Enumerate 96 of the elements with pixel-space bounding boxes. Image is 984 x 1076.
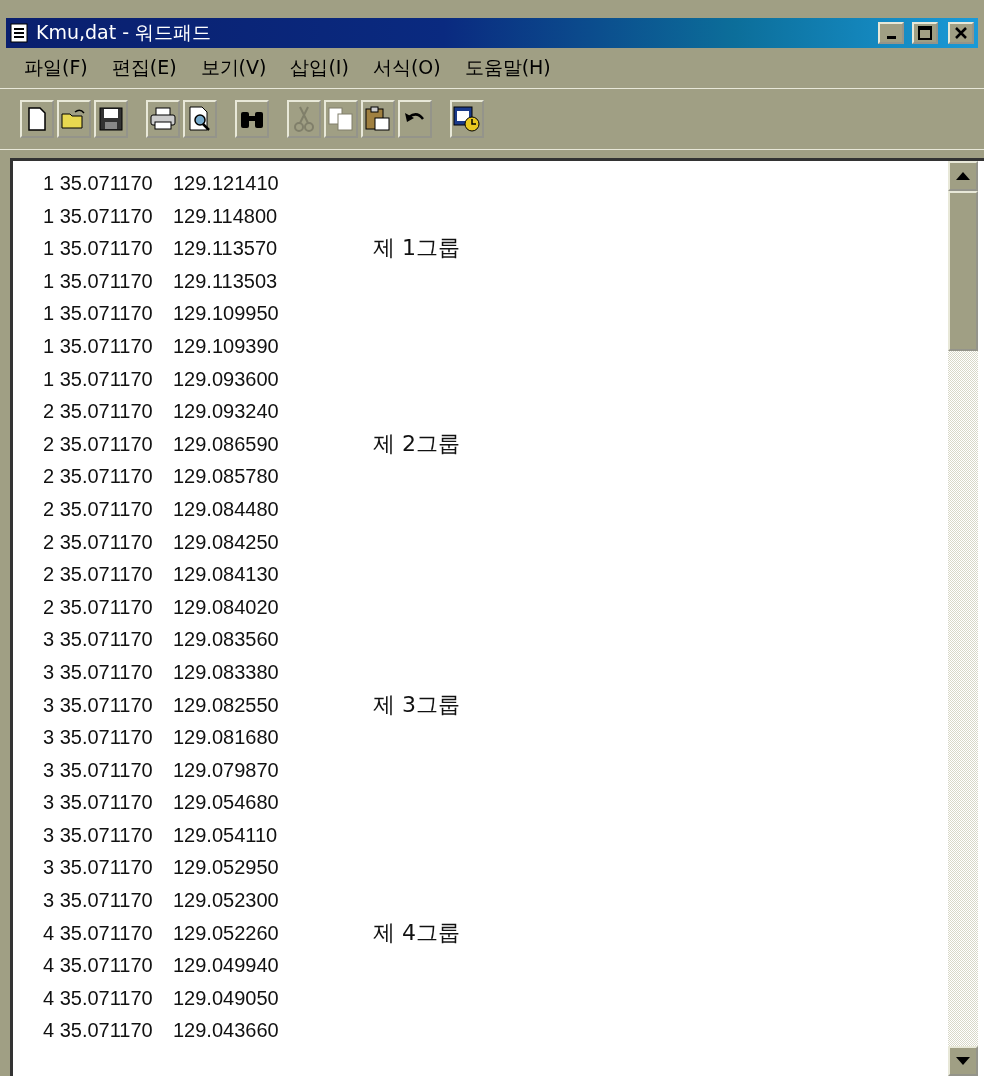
scissors-icon bbox=[294, 106, 314, 132]
menu-item[interactable]: 파일(F) bbox=[24, 55, 88, 81]
data-text: 129.121410 bbox=[173, 171, 280, 196]
page-icon bbox=[27, 107, 47, 131]
close-icon bbox=[954, 26, 968, 40]
open-button[interactable] bbox=[57, 100, 91, 138]
data-text: 2 35.071170 bbox=[43, 594, 154, 620]
data-text: 3 35.071170 bbox=[43, 659, 154, 685]
data-text: 129.093240 bbox=[173, 399, 280, 425]
data-text: 1 35.071170 bbox=[43, 171, 154, 196]
data-text: 129.093600 bbox=[173, 366, 280, 392]
clipboard-icon bbox=[365, 106, 391, 132]
scroll-down-button[interactable] bbox=[948, 1046, 978, 1076]
data-text: 2 35.071170 bbox=[43, 529, 154, 555]
group-label: 제 3그룹 bbox=[372, 690, 461, 719]
data-text: 3 35.071170 bbox=[43, 888, 154, 914]
data-text: 2 35.071170 bbox=[43, 464, 154, 490]
data-text: 1 35.071170 bbox=[43, 236, 154, 262]
menu-item[interactable]: 서식(O) bbox=[372, 55, 441, 81]
data-text: 1 35.071170 bbox=[43, 203, 154, 229]
data-text: 129.109390 bbox=[173, 333, 280, 359]
scroll-thumb[interactable] bbox=[948, 191, 978, 351]
data-text: 3 35.071170 bbox=[43, 822, 154, 848]
folder-icon bbox=[61, 108, 87, 130]
printer-icon bbox=[150, 107, 176, 131]
data-text: 3 35.071170 bbox=[43, 692, 154, 718]
data-text: 2 35.071170 bbox=[43, 562, 154, 588]
undo-button[interactable] bbox=[398, 100, 432, 138]
data-text: 129.085780 bbox=[173, 464, 280, 490]
data-text: 2 35.071170 bbox=[43, 496, 154, 522]
group-label: 제 2그룹 bbox=[372, 429, 461, 458]
group-label: 제 1그룹 bbox=[372, 234, 461, 263]
data-text: 1 35.071170 bbox=[43, 333, 154, 359]
data-text: 129.082550 bbox=[173, 692, 280, 718]
data-text: 2 35.071170 bbox=[43, 399, 154, 425]
data-text: 129.084250 bbox=[173, 529, 280, 555]
data-text: 2 35.071170 bbox=[43, 431, 154, 457]
data-text: 129.052260 bbox=[173, 920, 280, 946]
data-text: 129.054110 bbox=[173, 822, 279, 848]
scrollbar[interactable] bbox=[948, 161, 978, 1076]
data-text: 4 35.071170 bbox=[43, 1018, 154, 1044]
data-text: 1 35.071170 bbox=[43, 268, 154, 294]
data-text: 4 35.071170 bbox=[43, 985, 154, 1011]
date-time-button[interactable] bbox=[450, 100, 484, 138]
menu-item[interactable]: 도움말(H) bbox=[464, 55, 551, 81]
data-text: 1 35.071170 bbox=[43, 366, 154, 392]
magnified-page-icon bbox=[188, 106, 212, 132]
data-text: 129.086590 bbox=[173, 431, 280, 457]
data-text: 129.081680 bbox=[173, 725, 280, 751]
scroll-up-button[interactable] bbox=[948, 161, 978, 191]
minimize-button[interactable] bbox=[878, 22, 904, 44]
document-area[interactable] bbox=[10, 158, 984, 1076]
paste-button[interactable] bbox=[361, 100, 395, 138]
maximize-button[interactable] bbox=[912, 22, 938, 44]
data-text: 129.052950 bbox=[173, 855, 280, 881]
data-text: 129.049940 bbox=[173, 953, 280, 979]
find-button[interactable] bbox=[235, 100, 269, 138]
data-text: 3 35.071170 bbox=[43, 757, 154, 783]
data-text: 129.049050 bbox=[173, 985, 280, 1011]
data-text: 4 35.071170 bbox=[43, 920, 154, 946]
data-text: 129.083380 bbox=[173, 659, 280, 685]
data-text: 129.083560 bbox=[173, 627, 280, 653]
maximize-icon bbox=[918, 26, 932, 40]
data-text: 129.084020 bbox=[173, 594, 280, 620]
print-preview-button[interactable] bbox=[183, 100, 217, 138]
data-text: 129.054680 bbox=[173, 790, 280, 816]
data-text: 129.113570 bbox=[173, 236, 279, 262]
save-button[interactable] bbox=[94, 100, 128, 138]
up-arrow-icon bbox=[956, 172, 970, 180]
data-text: 129.084130 bbox=[173, 562, 280, 588]
data-text: 129.052300 bbox=[173, 888, 280, 914]
data-text: 129.113503 bbox=[173, 268, 279, 294]
data-text: 3 35.071170 bbox=[43, 855, 154, 881]
print-button[interactable] bbox=[146, 100, 180, 138]
group-label: 제 4그룹 bbox=[372, 918, 461, 947]
data-text: 129.084480 bbox=[173, 496, 280, 522]
window-title: Kmu,dat - 워드패드 bbox=[36, 20, 213, 45]
data-text: 3 35.071170 bbox=[43, 627, 154, 653]
calendar-clock-icon bbox=[453, 106, 481, 132]
minimize-icon bbox=[886, 36, 896, 39]
menu-item[interactable]: 삽입(I) bbox=[290, 55, 349, 81]
data-text: 1 35.071170 bbox=[43, 301, 154, 327]
data-text: 129.114800 bbox=[173, 203, 279, 229]
data-text: 3 35.071170 bbox=[43, 790, 154, 816]
data-text: 129.109950 bbox=[173, 301, 280, 327]
data-text: 129.043660 bbox=[173, 1018, 280, 1044]
notepad-icon bbox=[10, 23, 28, 43]
data-text: 4 35.071170 bbox=[43, 953, 154, 979]
copy-icon bbox=[328, 107, 354, 131]
data-text: 129.079870 bbox=[173, 757, 280, 783]
menu-item[interactable]: 보기(V) bbox=[200, 55, 267, 81]
data-text: 3 35.071170 bbox=[43, 725, 154, 751]
down-arrow-icon bbox=[956, 1057, 970, 1065]
new-button[interactable] bbox=[20, 100, 54, 138]
menu-item[interactable]: 편집(E) bbox=[111, 55, 177, 81]
close-button[interactable] bbox=[948, 22, 974, 44]
